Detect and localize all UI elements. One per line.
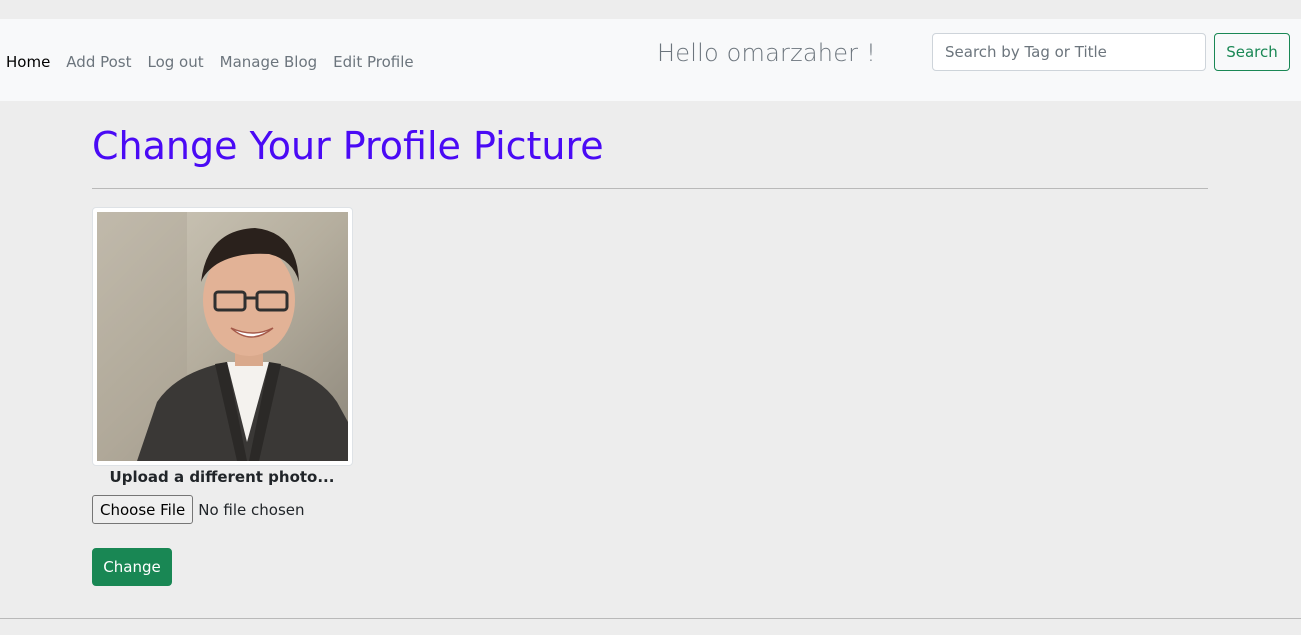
profile-photo-image xyxy=(97,212,348,461)
change-button[interactable]: Change xyxy=(92,548,172,586)
profile-photo-frame xyxy=(92,207,353,466)
nav-edit-profile-link[interactable]: Edit Profile xyxy=(333,55,413,70)
nav-log-out-link[interactable]: Log out xyxy=(148,55,204,70)
nav-manage-blog-link[interactable]: Manage Blog xyxy=(220,55,318,70)
search-button[interactable]: Search xyxy=(1214,33,1290,71)
nav-add-post-link[interactable]: Add Post xyxy=(66,55,131,70)
profile-photo xyxy=(97,212,348,461)
greeting-text: Hello omarzaher ! xyxy=(657,39,876,67)
nav-links: Home Add Post Log out Manage Blog Edit P… xyxy=(6,55,430,70)
search-input[interactable] xyxy=(932,33,1206,71)
navbar: Home Add Post Log out Manage Blog Edit P… xyxy=(0,19,1301,101)
upload-caption: Upload a different photo... xyxy=(109,468,335,486)
page-title: Change Your Profile Picture xyxy=(92,124,604,168)
footer-divider xyxy=(0,618,1301,619)
nav-home-link[interactable]: Home xyxy=(6,55,50,70)
title-divider xyxy=(92,188,1208,189)
file-status-text: No file chosen xyxy=(198,500,305,519)
choose-file-button[interactable]: Choose File xyxy=(92,495,194,524)
file-input: Choose File No file chosen xyxy=(92,495,305,524)
